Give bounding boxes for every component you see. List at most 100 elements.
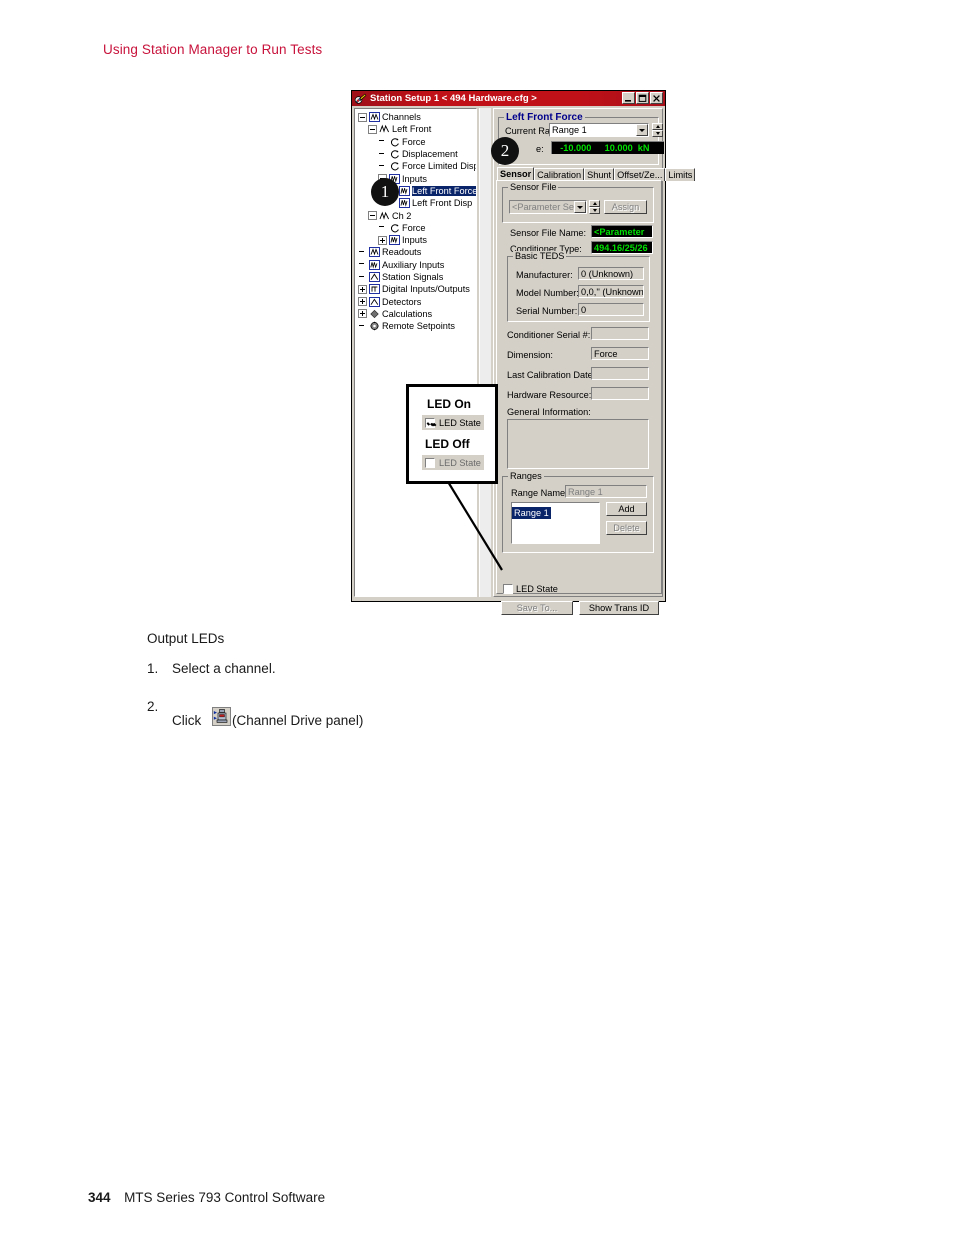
hardware-resource-value [591, 387, 649, 400]
signal-icon [389, 149, 400, 159]
chevron-down-icon[interactable] [636, 124, 648, 136]
tree-item-label: Calculations [382, 308, 433, 319]
tree-item-label: Inputs [402, 235, 428, 246]
chevron-down-icon[interactable] [574, 201, 586, 213]
parameter-sets-combo[interactable]: <Parameter Sets> [509, 200, 587, 214]
tree-item-ch-2[interactable]: Ch 2 [355, 209, 476, 221]
input-icon [399, 185, 410, 196]
remote-setpoints-icon [369, 321, 380, 331]
tree-item-force[interactable]: Force [355, 222, 476, 234]
tree-item-inputs[interactable]: Inputs [355, 234, 476, 246]
led-on-checkbox-sample[interactable]: LED State [422, 415, 484, 430]
teds-model-number-label: Model Number: [516, 288, 579, 298]
page-footer: 344 MTS Series 793 Control Software [88, 1190, 325, 1205]
tree-item-label: Force Limited Disp [402, 161, 477, 172]
teds-serial-number-value: 0 [578, 303, 644, 316]
property-tabs: Sensor Calibration Shunt Offset/Ze... Limits [497, 167, 696, 181]
step-1-text: Select a channel. [172, 661, 276, 676]
tree-expander-spacer [358, 248, 367, 257]
led-state-checkbox[interactable]: LED State [503, 584, 558, 594]
expand-plus-icon[interactable] [358, 309, 367, 319]
tree-expander-spacer [358, 322, 367, 331]
tree-item-label: Channels [382, 112, 421, 123]
step-2-text: Click [172, 713, 202, 728]
close-button[interactable] [650, 92, 663, 104]
station-setup-icon [354, 92, 367, 105]
led-off-checkbox-sample[interactable]: LED State [422, 455, 484, 470]
assign-button[interactable]: Assign [604, 200, 647, 214]
general-information-label: General Information: [507, 407, 591, 417]
tree-item-label: Left Front Force [412, 185, 476, 196]
tab-limits[interactable]: Limits [665, 168, 696, 181]
tree-item-left-front[interactable]: Left Front [355, 123, 476, 135]
spinner-down-icon[interactable] [589, 207, 600, 214]
ranges-listbox[interactable]: Range 1 [511, 502, 600, 544]
current-range-spinner[interactable] [652, 123, 663, 137]
signal-icon [389, 161, 400, 171]
tree-item-label: Force [402, 222, 426, 233]
callout-badge-2: 2 [491, 137, 519, 165]
spinner-down-icon[interactable] [652, 130, 663, 137]
checkbox-box-checked[interactable] [425, 417, 435, 428]
minimize-button[interactable] [622, 92, 635, 104]
parameter-sets-spinner[interactable] [589, 200, 600, 214]
add-range-button[interactable]: Add [606, 502, 647, 516]
range-name-value: Range 1 [565, 485, 647, 498]
tree-item-force[interactable]: Force [355, 136, 476, 148]
spinner-up-icon[interactable] [652, 123, 663, 130]
expand-plus-icon[interactable] [358, 284, 367, 294]
expand-plus-icon[interactable] [358, 297, 367, 307]
channel-drive-panel-icon [212, 707, 231, 726]
tab-sensor[interactable]: Sensor [497, 167, 535, 181]
general-information-textarea[interactable] [507, 419, 649, 469]
tree-item-readouts[interactable]: Readouts [355, 246, 476, 258]
current-range-combo[interactable]: Range 1 [549, 123, 649, 137]
running-head: Using Station Manager to Run Tests [103, 42, 323, 57]
tree-expander-spacer [358, 260, 367, 269]
tree-item-remote-setpoints[interactable]: Remote Setpoints [355, 320, 476, 332]
tree-item-station-signals[interactable]: Station Signals [355, 271, 476, 283]
callout-badge-1: 1 [371, 178, 399, 206]
delete-range-button[interactable]: Delete [606, 521, 647, 535]
callout-leader-line [441, 471, 503, 571]
range-max-value: 10.000 [604, 143, 633, 153]
sensor-file-group: Sensor File <Parameter Sets> Assign [502, 182, 654, 223]
collapse-minus-icon[interactable] [368, 211, 377, 221]
spinner-up-icon[interactable] [589, 200, 600, 207]
tree-item-digital-inputs-outputs[interactable]: Digital Inputs/Outputs [355, 283, 476, 295]
window-controls [622, 92, 663, 104]
current-range-value: Range 1 [552, 125, 587, 135]
hardware-resource-label: Hardware Resource: [507, 390, 592, 400]
collapse-minus-icon[interactable] [368, 124, 377, 134]
collapse-minus-icon[interactable] [358, 112, 367, 122]
sensor-file-group-label: Sensor File [508, 182, 559, 192]
checkbox-box[interactable] [503, 584, 513, 594]
tree-item-auxiliary-inputs[interactable]: Auxiliary Inputs [355, 259, 476, 271]
save-to-button[interactable]: Save To... [501, 601, 573, 615]
conditioner-serial-value [591, 327, 649, 340]
tree-item-channels[interactable]: Channels [355, 111, 476, 123]
teds-model-number-value: 0,0,'' (Unknown) [578, 285, 644, 298]
maximize-button[interactable] [636, 92, 649, 104]
led-state-label: LED State [516, 584, 558, 594]
signal-icon [389, 223, 400, 233]
dimension-value: Force [591, 347, 649, 360]
footer-title: MTS Series 793 Control Software [124, 1190, 326, 1205]
expand-plus-icon[interactable] [378, 235, 387, 245]
step-2-text-tail: (Channel Drive panel) [232, 713, 364, 728]
window-titlebar[interactable]: Station Setup 1 < 494 Hardware.cfg > [352, 91, 665, 106]
checkbox-box-unchecked[interactable] [425, 457, 435, 468]
tree-item-detectors[interactable]: Detectors [355, 295, 476, 307]
tree-item-force-limited-disp[interactable]: Force Limited Disp [355, 160, 476, 172]
document-page: Using Station Manager to Run Tests Stati… [0, 0, 954, 1235]
tree-item-displacement[interactable]: Displacement [355, 148, 476, 160]
tree-item-label: Readouts [382, 247, 422, 258]
show-trans-id-button[interactable]: Show Trans ID [579, 601, 659, 615]
sensor-file-name-value: <Parameter [591, 225, 653, 238]
tree-item-label: Displacement [402, 149, 458, 160]
tree-item-label: Ch 2 [392, 210, 412, 221]
tree-item-calculations[interactable]: Calculations [355, 308, 476, 320]
tree-item-label: Left Front Disp [412, 198, 473, 209]
range-readout: -10.000 10.000 kN [551, 141, 664, 154]
range-min-value: -10.000 [560, 143, 592, 153]
